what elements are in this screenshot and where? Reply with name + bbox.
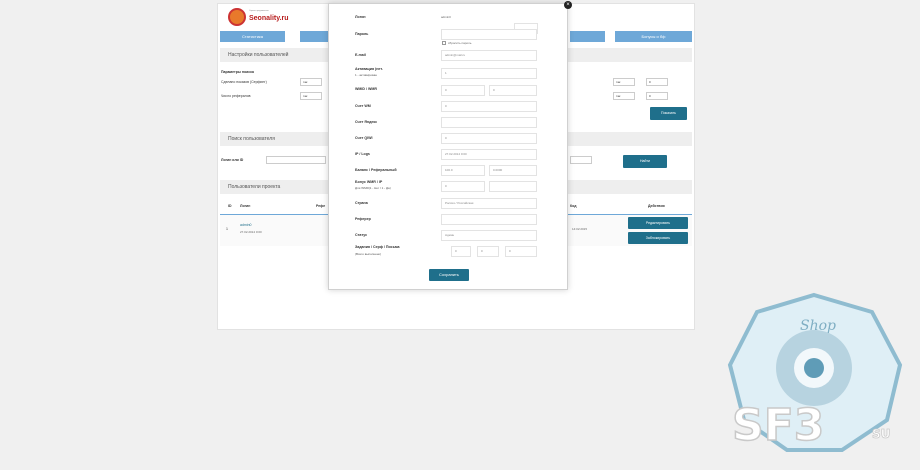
row-id: 1 bbox=[226, 227, 228, 231]
balance-field[interactable]: 100.0 bbox=[441, 165, 485, 176]
reset-password-label: сбросить пароль bbox=[448, 41, 472, 45]
field-label-ip: IP / Logs bbox=[355, 152, 370, 156]
field-label-password: Пароль bbox=[355, 32, 369, 36]
watermark-camera-icon bbox=[804, 358, 824, 378]
filter-right-select-2[interactable]: так bbox=[613, 92, 635, 100]
wm-account-field[interactable]: 0 bbox=[441, 101, 537, 112]
field-sub-bonus: Для WMR(1 - Нет / 1 - Да) bbox=[355, 186, 391, 190]
field-label-login: Логин bbox=[355, 15, 366, 19]
nav-tab-2[interactable] bbox=[300, 31, 330, 42]
field-label-tasks: Задания / Серф / Письма bbox=[355, 245, 400, 249]
qiwi-account-field[interactable]: 0 bbox=[441, 133, 537, 144]
params-title: Параметры поиска bbox=[221, 70, 254, 74]
ip-field[interactable]: 27.02.2014 0:00 bbox=[441, 149, 537, 160]
bonus-ip-field[interactable] bbox=[489, 181, 537, 192]
nav-tab-5[interactable] bbox=[570, 31, 605, 42]
logo-text: Seonality.ru bbox=[249, 15, 289, 22]
logo-emblem-icon bbox=[228, 8, 246, 26]
tasks-field[interactable]: 0 bbox=[451, 246, 471, 257]
field-sub-activation: 1 - активирован bbox=[355, 73, 377, 77]
field-label-wmid: WMID / WMR bbox=[355, 87, 377, 91]
save-button[interactable]: Сохранить bbox=[429, 269, 469, 281]
wmid-field[interactable]: 0 bbox=[441, 85, 485, 96]
country-field[interactable]: Россия / Российская bbox=[441, 198, 537, 209]
field-label-wm: Счет WM bbox=[355, 104, 371, 108]
field-value-login: admin0 bbox=[441, 15, 451, 19]
col-login: Логин bbox=[240, 204, 251, 208]
col-id: ID bbox=[228, 204, 232, 208]
ref-balance-field[interactable]: 0.0000 bbox=[489, 165, 537, 176]
watermark-brand-text: SF3 bbox=[732, 400, 824, 451]
wmr-field[interactable]: 0 bbox=[489, 85, 537, 96]
find-button[interactable]: Найти bbox=[623, 155, 667, 168]
edit-user-modal: Логин admin0 Пароль сбросить пароль E-ma… bbox=[328, 3, 568, 290]
watermark-shop-text: Shop bbox=[800, 318, 836, 334]
filter-label-refs: Число рефералов bbox=[221, 94, 251, 98]
show-button[interactable]: Показать bbox=[650, 107, 687, 120]
field-label-qiwi: Счет QIWI bbox=[355, 136, 373, 140]
password-input[interactable] bbox=[441, 29, 537, 40]
filter-label-surf: Сделано показов (Серфинг) bbox=[221, 80, 267, 84]
search-label: Логин или ID bbox=[221, 158, 244, 162]
activation-field[interactable]: 1 bbox=[441, 68, 537, 79]
referrer-field[interactable] bbox=[441, 214, 537, 225]
filter-select-refs[interactable]: так bbox=[300, 92, 322, 100]
bonus-wmr-field[interactable]: 0 bbox=[441, 181, 485, 192]
close-icon[interactable]: × bbox=[564, 1, 572, 9]
block-user-button[interactable]: Заблокировать bbox=[628, 232, 688, 244]
nav-tab-bonuses[interactable]: Бонусы и бф bbox=[615, 31, 692, 42]
field-label-activation: Активация (нет. bbox=[355, 67, 383, 71]
status-field[interactable]: Админ bbox=[441, 230, 537, 241]
col-code: Код bbox=[570, 204, 577, 208]
filter-select-surf[interactable]: так bbox=[300, 78, 322, 86]
field-label-referrer: Реферер bbox=[355, 217, 371, 221]
row-code: 14:02:2015 bbox=[572, 227, 588, 231]
watermark-domain-text: SU bbox=[872, 427, 890, 441]
col-ref: Рефе bbox=[316, 204, 326, 208]
row-login[interactable]: admin0 bbox=[240, 223, 251, 227]
edit-user-button[interactable]: Редактировать bbox=[628, 217, 688, 229]
yandex-account-field[interactable] bbox=[441, 117, 537, 128]
logo-tagline: Сервис продвижения bbox=[249, 10, 269, 12]
field-label-bonus: Бонус WMR / IP bbox=[355, 180, 383, 184]
filter-right-select-1[interactable]: так bbox=[613, 78, 635, 86]
field-label-country: Страна bbox=[355, 201, 368, 205]
letters-field[interactable]: 0 bbox=[505, 246, 537, 257]
site-logo[interactable]: Сервис продвижения Seonality.ru bbox=[228, 8, 289, 28]
surf-field[interactable]: 0 bbox=[477, 246, 499, 257]
field-label-yandex: Счет Яндекс bbox=[355, 120, 378, 124]
field-label-balance: Баланс / Реферальный bbox=[355, 168, 397, 172]
field-label-email: E-mail bbox=[355, 53, 366, 57]
reset-password-checkbox[interactable] bbox=[442, 41, 446, 45]
col-actions: Действия bbox=[648, 204, 665, 208]
field-sub-tasks: (Всего выполнено) bbox=[355, 252, 382, 256]
filter-right-input-1[interactable]: 0 bbox=[646, 78, 668, 86]
email-field[interactable]: admin@mail.ru bbox=[441, 50, 537, 61]
nav-tab-statistics[interactable]: Статистика bbox=[220, 31, 285, 42]
filter-right-input-2[interactable]: 0 bbox=[646, 92, 668, 100]
watermark-logo: Shop SF3 SU bbox=[727, 292, 903, 452]
field-label-status: Статус bbox=[355, 233, 368, 237]
row-date: 27.02.2014 0:00 bbox=[240, 230, 262, 234]
search-input-right[interactable] bbox=[570, 156, 592, 164]
search-input-left[interactable] bbox=[266, 156, 326, 164]
